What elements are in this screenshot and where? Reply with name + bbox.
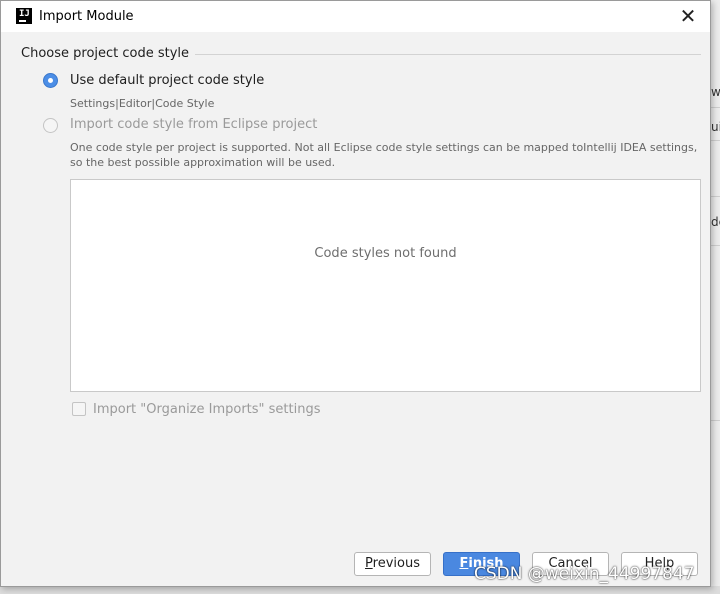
title-bar[interactable]: IJ Import Module ✕ xyxy=(1,1,710,32)
background-text-fragment: de xyxy=(711,215,720,229)
empty-list-text: Code styles not found xyxy=(314,246,457,261)
section-title: Choose project code style xyxy=(21,46,196,61)
window-title: Import Module xyxy=(39,9,134,24)
previous-label: revious xyxy=(372,556,420,571)
default-style-label[interactable]: Use default project code style xyxy=(70,73,264,88)
intellij-idea-icon: IJ xyxy=(16,8,32,24)
previous-button[interactable]: Previous xyxy=(354,552,431,576)
background-ide-bottom xyxy=(0,586,720,594)
background-text-fragment: ui xyxy=(711,120,720,134)
default-style-hint: Settings|Editor|Code Style xyxy=(70,97,215,110)
csdn-watermark: CSDN @weixin_44997847 xyxy=(474,564,695,584)
eclipse-description-line1: One code style per project is supported.… xyxy=(70,141,698,154)
import-module-dialog: IJ Import Module ✕ Choose project code s… xyxy=(0,0,711,587)
eclipse-style-label[interactable]: Import code style from Eclipse project xyxy=(70,117,317,132)
previous-mnemonic: P xyxy=(365,556,373,571)
eclipse-description-line2: so the best possible approximation will … xyxy=(70,156,336,169)
default-style-radio[interactable] xyxy=(43,73,58,88)
eclipse-style-radio[interactable] xyxy=(43,118,58,133)
organize-imports-label[interactable]: Import "Organize Imports" settings xyxy=(93,402,321,417)
background-text-fragment: w xyxy=(711,85,720,99)
organize-imports-checkbox[interactable] xyxy=(72,402,86,416)
code-styles-list[interactable]: Code styles not found xyxy=(70,179,701,392)
close-icon[interactable]: ✕ xyxy=(675,5,701,27)
